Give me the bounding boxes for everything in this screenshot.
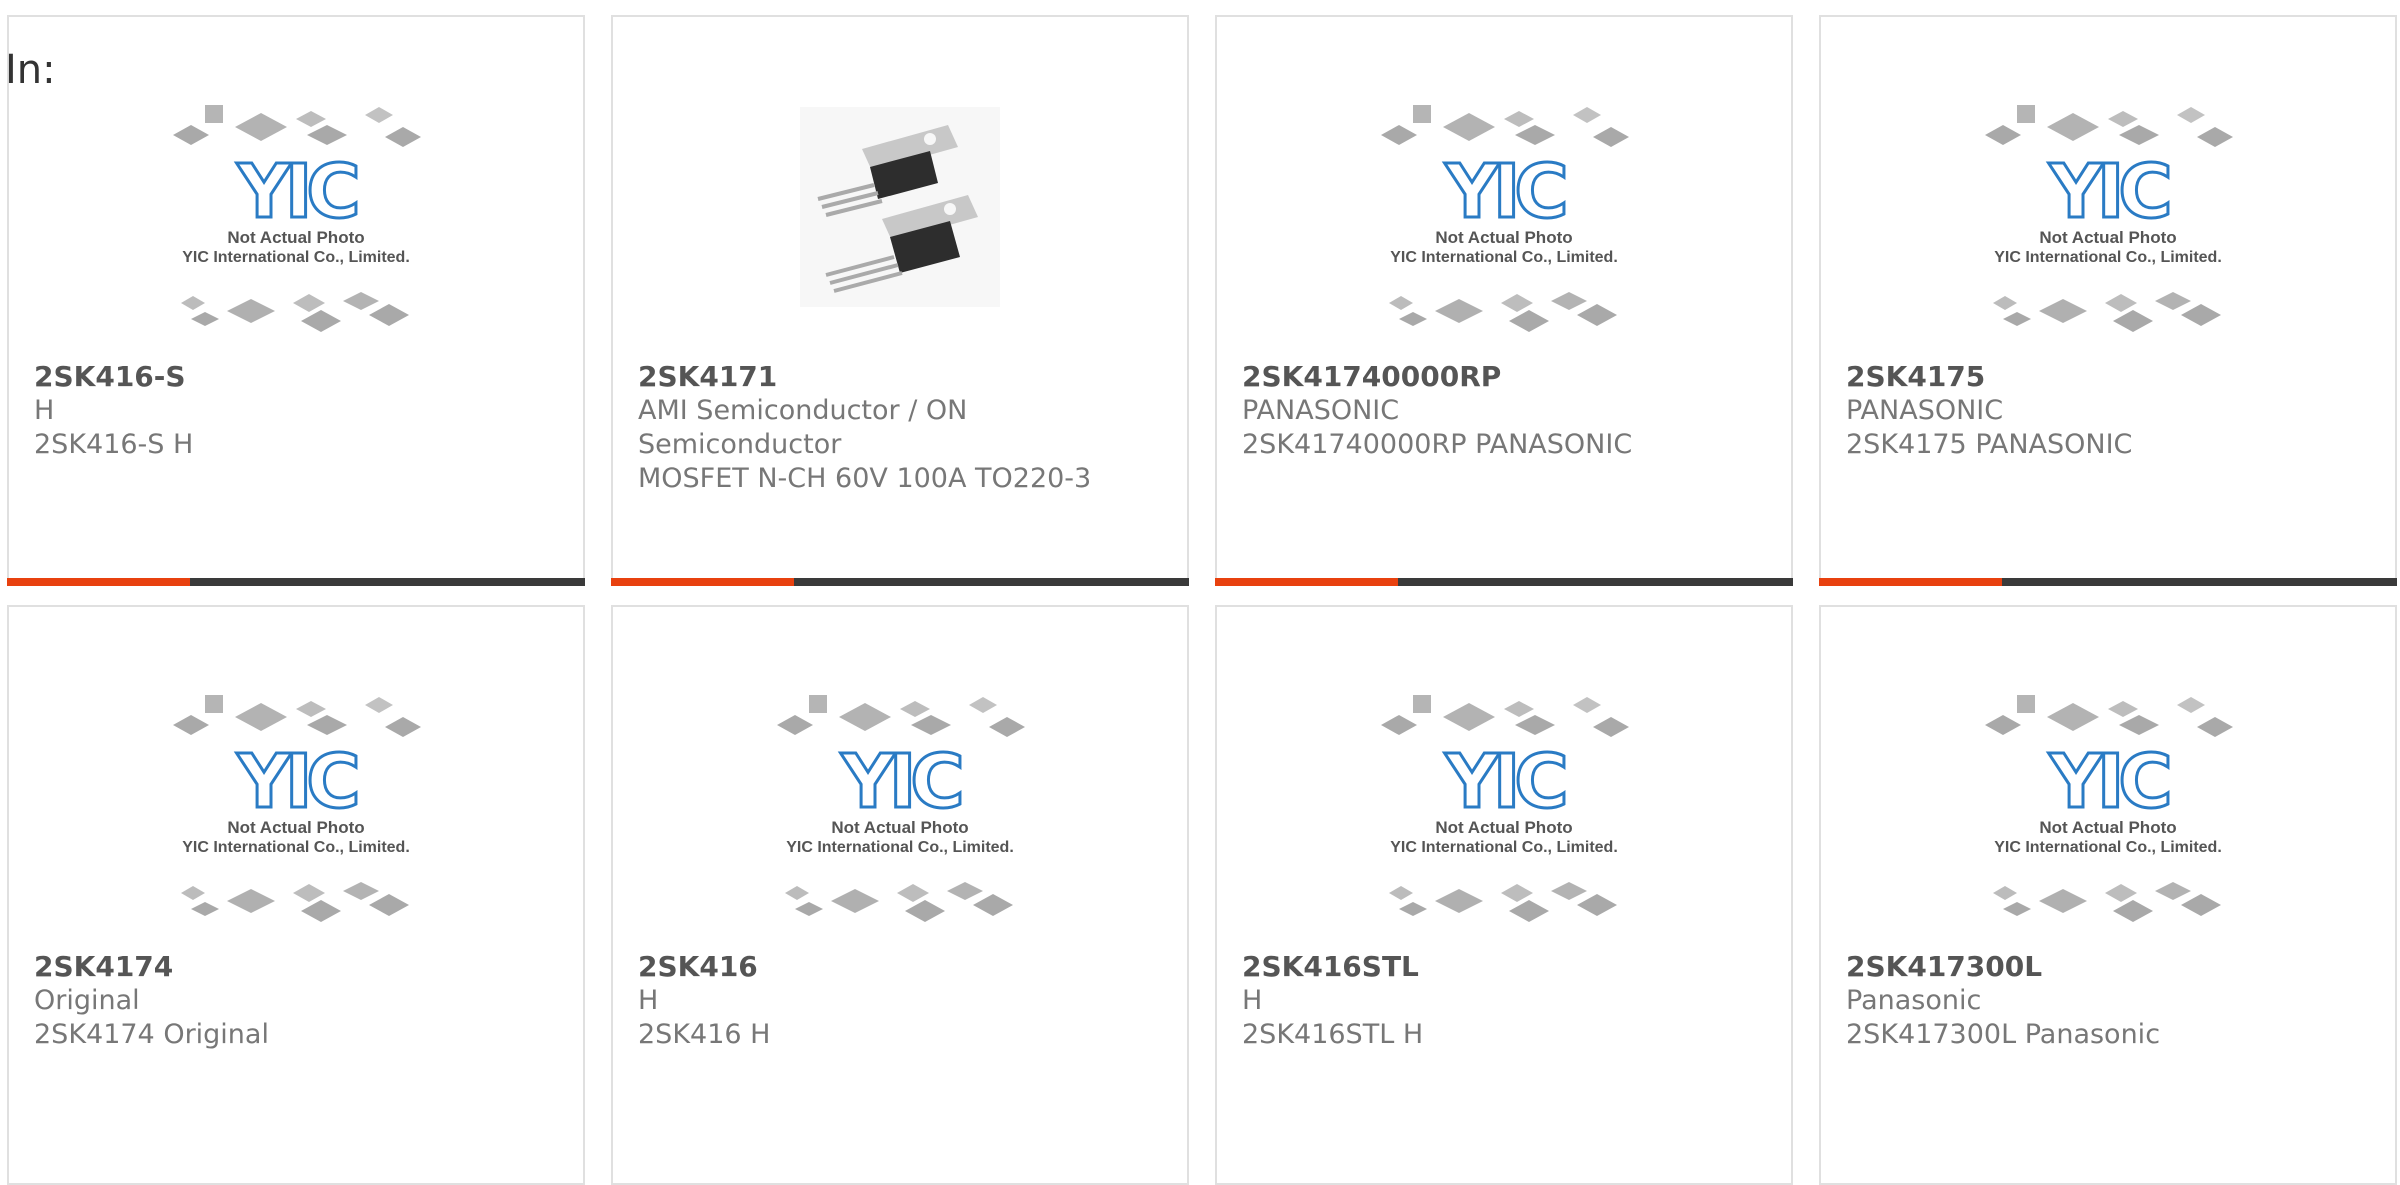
placeholder-caption: Not Actual Photo [2039,818,2176,837]
placeholder-caption: Not Actual Photo [227,818,364,837]
yic-logo: YIC [2048,739,2168,825]
product-card[interactable]: YIC Not Actual Photo YIC International Co.… [1819,605,2397,1185]
product-description: 2SK416STL H [1242,1019,1424,1050]
placeholder-company: YIC International Co., Limited. [1994,839,2222,856]
not-actual-photo-icon: YICNot Actual Photo YIC International Co.… [1381,105,1629,332]
product-description: 2SK41740000RP PANASONIC [1242,429,1633,460]
placeholder-company: YIC International Co., Limited. [1390,839,1618,856]
product-image[interactable]: YIC Not Actual Photo YIC International Co.… [9,97,583,357]
yic-logo: YIC [840,739,960,825]
placeholder-caption: Not Actual Photo [2039,228,2176,247]
placeholder-company: YIC International Co., Limited. [786,839,1014,856]
product-card[interactable]: YIC Not Actual Photo YIC International Co.… [1215,15,1793,586]
product-manufacturer: H [34,395,55,426]
product-manufacturer-cont: Semiconductor [638,429,842,460]
product-image[interactable]: YIC Not Actual Photo YIC International Co.… [1821,97,2395,357]
product-card[interactable]: YIC Not Actual Photo YIC International Co.… [1215,605,1793,1185]
placeholder-company: YIC International Co., Limited. [1390,249,1618,266]
product-card[interactable]: 2SK4171 AMI Semiconductor / ON Semicondu… [611,15,1189,586]
placeholder-caption: Not Actual Photo [227,228,364,247]
product-part-number[interactable]: 2SK416 [638,950,1167,984]
card-bottom-bar [1215,578,1793,586]
product-image[interactable]: YIC Not Actual Photo YIC International Co.… [613,687,1187,947]
product-description: 2SK417300L Panasonic [1846,1019,2161,1050]
product-description: MOSFET N-CH 60V 100A TO220-3 [638,463,1092,494]
card-accent-bar [7,578,190,586]
product-manufacturer: H [638,985,659,1016]
product-image[interactable]: YIC Not Actual Photo YIC International Co.… [1217,687,1791,947]
product-image[interactable] [613,97,1187,357]
placeholder-company: YIC International Co., Limited. [1994,249,2222,266]
placeholder-company: YIC International Co., Limited. [182,249,410,266]
product-grid: YIC Not Actual Photo YIC International Co.… [0,0,2400,1185]
yic-logo: YIC [236,149,356,235]
product-manufacturer: Original [34,985,140,1016]
product-manufacturer: H [1242,985,1263,1016]
product-card[interactable]: YIC Not Actual Photo YIC International Co.… [7,605,585,1185]
product-description: 2SK416 H [638,1019,771,1050]
in-label: In: [5,47,56,93]
product-part-number[interactable]: 2SK4171 [638,360,1167,394]
product-manufacturer: AMI Semiconductor / ON [638,395,968,426]
card-bottom-bar [7,578,585,586]
not-actual-photo-icon: YICNot Actual Photo YIC International Co.… [1985,105,2233,332]
not-actual-photo-icon: YICNot Actual Photo YIC International Co.… [173,695,421,922]
card-accent-bar [1215,578,1398,586]
card-bottom-bar [1819,578,2397,586]
not-actual-photo-icon: YICNot Actual Photo YIC International Co.… [173,105,421,332]
card-accent-bar [611,578,794,586]
card-accent-bar [1819,578,2002,586]
yic-logo: YIC [236,739,356,825]
yic-logo: YIC [2048,149,2168,235]
not-actual-photo-icon: YICNot Actual Photo YIC International Co.… [1985,695,2233,922]
card-bottom-bar [611,578,1189,586]
placeholder-company: YIC International Co., Limited. [182,839,410,856]
product-card[interactable]: YIC Not Actual Photo YIC International Co.… [611,605,1189,1185]
product-image[interactable]: YIC Not Actual Photo YIC International Co.… [9,687,583,947]
product-part-number[interactable]: 2SK4174 [34,950,563,984]
product-part-number[interactable]: 2SK417300L [1846,950,2375,984]
product-part-number[interactable]: 2SK416STL [1242,950,1771,984]
not-actual-photo-icon: YICNot Actual Photo YIC International Co.… [777,695,1025,922]
product-manufacturer: Panasonic [1846,985,1982,1016]
product-manufacturer: PANASONIC [1846,395,2004,426]
product-part-number[interactable]: 2SK41740000RP [1242,360,1771,394]
yic-logo: YIC [1444,149,1564,235]
to220-transistor-icon [800,107,1000,307]
product-description: 2SK4175 PANASONIC [1846,429,2133,460]
placeholder-caption: Not Actual Photo [831,818,968,837]
product-description: 2SK4174 Original [34,1019,269,1050]
product-image[interactable]: YIC Not Actual Photo YIC International Co.… [1821,687,2395,947]
product-image[interactable]: YIC Not Actual Photo YIC International Co.… [1217,97,1791,357]
product-part-number[interactable]: 2SK416-S [34,360,563,394]
product-description: 2SK416-S H [34,429,194,460]
not-actual-photo-icon: YICNot Actual Photo YIC International Co.… [1381,695,1629,922]
yic-logo: YIC [1444,739,1564,825]
product-card[interactable]: YIC Not Actual Photo YIC International Co.… [7,15,585,586]
placeholder-caption: Not Actual Photo [1435,228,1572,247]
product-part-number[interactable]: 2SK4175 [1846,360,2375,394]
placeholder-caption: Not Actual Photo [1435,818,1572,837]
product-card[interactable]: YIC Not Actual Photo YIC International Co.… [1819,15,2397,586]
product-manufacturer: PANASONIC [1242,395,1400,426]
